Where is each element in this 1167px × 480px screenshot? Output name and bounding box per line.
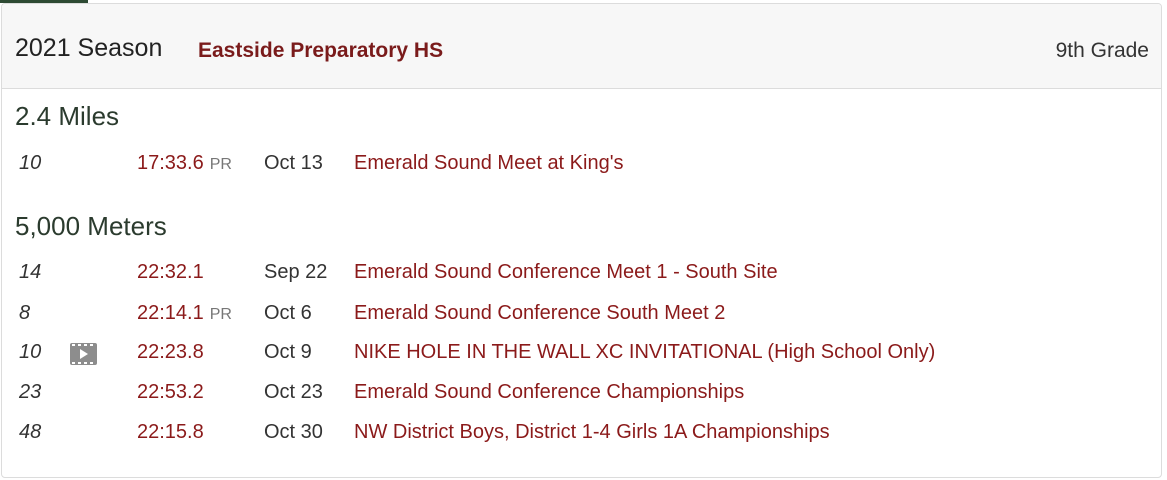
place: 48 — [19, 421, 42, 443]
video-icon[interactable] — [70, 343, 97, 365]
event-title-2-4-miles: 2.4 Miles — [15, 101, 120, 131]
result-row: 23 22:53.2 Oct 23 Emerald Sound Conferen… — [2, 381, 1161, 411]
pr-badge: PR — [209, 306, 232, 323]
place: 10 — [19, 152, 42, 174]
time-link[interactable]: 22:32.1 — [137, 261, 204, 284]
date: Oct 6 — [264, 302, 312, 324]
meet-link[interactable]: Emerald Sound Conference Championships — [354, 381, 744, 404]
time-link[interactable]: 22:15.8 — [137, 421, 204, 444]
event-title-5000-meters: 5,000 Meters — [15, 211, 167, 241]
result-row: 10 17:33.6 PR Oct 13 Emerald Sound Meet a… — [2, 152, 1161, 182]
result-row: 10 22:23.8 Oct 9 NIKE HOLE IN THE WALL X… — [2, 341, 1161, 371]
meet-link[interactable]: NW District Boys, District 1-4 Girls 1A … — [354, 421, 830, 444]
place: 10 — [19, 341, 42, 363]
meet-link[interactable]: Emerald Sound Conference South Meet 2 — [354, 302, 725, 325]
date: Sep 22 — [264, 261, 328, 283]
school-link[interactable]: Eastside Preparatory HS — [198, 39, 443, 63]
date: Oct 30 — [264, 421, 323, 443]
time-link[interactable]: 17:33.6 PR — [137, 152, 232, 175]
meet-link[interactable]: Emerald Sound Conference Meet 1 - South … — [354, 261, 778, 284]
grade-label: 9th Grade — [1055, 39, 1149, 62]
season-card: 2021 Season Eastside Preparatory HS 9th … — [1, 3, 1162, 478]
result-row: 48 22:15.8 Oct 30 NW District Boys, Dist… — [2, 421, 1161, 451]
place: 23 — [19, 381, 42, 403]
result-row: 14 22:32.1 Sep 22 Emerald Sound Conferen… — [2, 261, 1161, 291]
date: Oct 9 — [264, 341, 312, 363]
meet-link[interactable]: NIKE HOLE IN THE WALL XC INVITATIONAL (H… — [354, 341, 935, 364]
date: Oct 13 — [264, 152, 323, 174]
date: Oct 23 — [264, 381, 323, 403]
season-header: 2021 Season Eastside Preparatory HS 9th … — [2, 4, 1161, 89]
place: 14 — [19, 261, 42, 283]
pr-badge: PR — [209, 156, 232, 173]
time-link[interactable]: 22:14.1 PR — [137, 302, 232, 325]
season-title: 2021 Season — [15, 34, 163, 62]
meet-link[interactable]: Emerald Sound Meet at King's — [354, 152, 624, 175]
result-row: 8 22:14.1 PR Oct 6 Emerald Sound Conferen… — [2, 302, 1161, 332]
time-link[interactable]: 22:23.8 — [137, 341, 204, 364]
place: 8 — [19, 302, 31, 324]
time-link[interactable]: 22:53.2 — [137, 381, 204, 404]
